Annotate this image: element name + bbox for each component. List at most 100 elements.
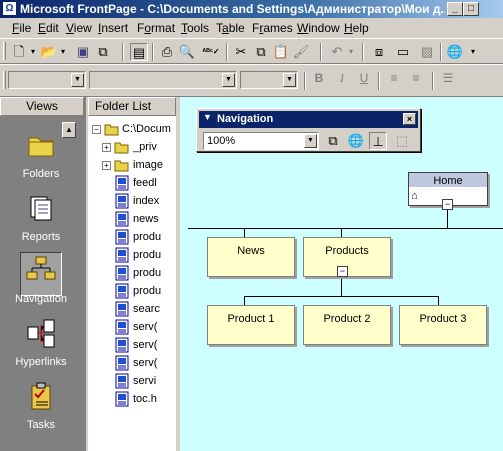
- expand-icon[interactable]: +: [102, 161, 111, 170]
- nav-node-news[interactable]: News: [207, 237, 295, 277]
- view-hyperlinks[interactable]: Hyperlinks: [0, 317, 82, 368]
- chevron-down-icon[interactable]: ▾: [58, 43, 68, 61]
- toolbar-separator: [226, 43, 228, 61]
- folder-list-item[interactable]: produ: [102, 264, 176, 282]
- menu-edit[interactable]: Edit: [38, 21, 59, 35]
- publish-icon[interactable]: ⧉: [94, 43, 112, 61]
- collapse-icon[interactable]: −: [92, 125, 101, 134]
- bold-button[interactable]: B: [311, 71, 327, 87]
- toolbar-grip[interactable]: [3, 42, 6, 60]
- folder-list-item[interactable]: produ: [102, 246, 176, 264]
- chevron-down-icon[interactable]: ▾: [468, 43, 478, 61]
- folder-list-item[interactable]: toc.h: [102, 390, 176, 408]
- spelling-icon[interactable]: ᴬᴮᶜ✓: [202, 43, 220, 61]
- menu-help[interactable]: Help: [344, 21, 369, 35]
- folder-list-item[interactable]: serv(: [102, 318, 176, 336]
- insert-picture-icon[interactable]: ▨: [418, 43, 436, 61]
- menu-frames[interactable]: Frames: [252, 21, 293, 35]
- collapse-icon[interactable]: −: [337, 266, 348, 277]
- preview-icon[interactable]: 🔍: [178, 43, 196, 61]
- title-bar: Ω Microsoft FrontPage - C:\Documents and…: [0, 0, 503, 18]
- bullets-icon[interactable]: ☰: [440, 71, 456, 87]
- toolbar-separator: [152, 43, 154, 61]
- folder-list-item[interactable]: + _priv: [102, 138, 176, 156]
- folder-root[interactable]: − C:\Docum: [92, 120, 176, 138]
- folder-list-item[interactable]: produ: [102, 228, 176, 246]
- folder-list-item[interactable]: serv(: [102, 336, 176, 354]
- open-icon[interactable]: 📂: [40, 43, 58, 61]
- format-painter-icon[interactable]: 🖌: [292, 43, 310, 61]
- chevron-down-icon[interactable]: ▾: [28, 43, 38, 61]
- chevron-down-icon[interactable]: ▼: [222, 73, 235, 87]
- folder-list-item[interactable]: news: [102, 210, 176, 228]
- paste-icon[interactable]: 📋: [272, 43, 290, 61]
- menu-format[interactable]: Format: [137, 21, 175, 35]
- view-subtree-icon[interactable]: ⬚: [393, 132, 411, 150]
- collapse-icon[interactable]: −: [442, 199, 453, 210]
- view-tasks[interactable]: Tasks: [0, 380, 82, 431]
- toolbar-separator: [362, 43, 364, 61]
- nav-node-product-2[interactable]: Product 2: [303, 305, 391, 345]
- chevron-down-icon[interactable]: ▼: [71, 73, 84, 87]
- undo-icon[interactable]: ↶: [328, 43, 346, 61]
- copy-icon[interactable]: ⧉: [252, 43, 270, 61]
- folder-list-item[interactable]: + image: [102, 156, 176, 174]
- close-icon[interactable]: ×: [403, 113, 416, 125]
- nav-node-product-1[interactable]: Product 1: [207, 305, 295, 345]
- folder-list-item[interactable]: searc: [102, 300, 176, 318]
- style-select[interactable]: ▼: [8, 71, 86, 89]
- folder-item-name: produ: [133, 285, 162, 297]
- minimize-button[interactable]: _: [447, 2, 463, 16]
- expand-icon[interactable]: +: [102, 143, 111, 152]
- page-icon: [115, 373, 129, 389]
- connector-line: [244, 296, 439, 297]
- font-size-select[interactable]: ▼: [240, 71, 298, 89]
- add-existing-page-icon[interactable]: ⧉: [324, 132, 342, 150]
- toolbar-menu-icon[interactable]: ▼: [203, 112, 212, 122]
- toolbar-separator: [432, 72, 434, 90]
- zoom-select[interactable]: 100% ▼: [203, 132, 319, 150]
- save-icon[interactable]: ▣: [74, 43, 92, 61]
- portrait-landscape-icon[interactable]: ⊥: [369, 132, 387, 150]
- reports-icon: [30, 196, 52, 221]
- web-component-icon[interactable]: ⧈: [370, 43, 388, 61]
- menu-file[interactable]: File: [12, 21, 31, 35]
- view-navigation[interactable]: Navigation: [0, 254, 82, 305]
- align-left-icon[interactable]: ≡: [386, 71, 402, 87]
- insert-table-icon[interactable]: ▭: [394, 43, 412, 61]
- menu-table[interactable]: Table: [216, 21, 245, 35]
- restore-button[interactable]: □: [463, 2, 479, 16]
- standard-toolbar: 🗋 ▾ 📂 ▾ ▣ ⧉ ▤ ⎙ 🔍 ᴬᴮᶜ✓ ✂ ⧉ 📋 🖌 ↶ ▾ ⧈ ▭ ▨…: [0, 38, 503, 64]
- frontpage-icon[interactable]: Ω: [2, 1, 17, 16]
- menu-tools[interactable]: Tools: [181, 21, 209, 35]
- folder-list-item[interactable]: produ: [102, 282, 176, 300]
- menu-window[interactable]: Window: [297, 21, 340, 35]
- folder-list-icon[interactable]: ▤: [130, 43, 148, 61]
- folder-item-name: produ: [133, 249, 162, 261]
- hyperlink-icon[interactable]: 🌐: [446, 43, 464, 61]
- views-scroll-up-button[interactable]: ▲: [62, 122, 76, 138]
- navigation-toolbar-caption[interactable]: ▼ Navigation ×: [199, 111, 418, 128]
- chevron-down-icon[interactable]: ▼: [283, 73, 296, 87]
- nav-node-product-3[interactable]: Product 3: [399, 305, 487, 345]
- view-reports[interactable]: Reports: [0, 192, 82, 243]
- external-hyperlink-icon[interactable]: 🌐: [347, 132, 365, 150]
- folder-list-item[interactable]: servi: [102, 372, 176, 390]
- chevron-down-icon[interactable]: ▾: [346, 43, 356, 61]
- align-center-icon[interactable]: ≡: [408, 71, 424, 87]
- folder-list-item[interactable]: index: [102, 192, 176, 210]
- font-select[interactable]: ▼: [89, 71, 237, 89]
- menu-bar: File Edit View Insert Format Tools Table…: [0, 18, 503, 38]
- folder-list-item[interactable]: serv(: [102, 354, 176, 372]
- toolbar-grip[interactable]: [3, 71, 6, 89]
- menu-view[interactable]: View: [66, 21, 92, 35]
- menu-insert[interactable]: Insert: [98, 21, 128, 35]
- page-icon: [115, 355, 129, 371]
- print-icon[interactable]: ⎙: [158, 43, 176, 61]
- folder-list-item[interactable]: feedl: [102, 174, 176, 192]
- italic-button[interactable]: I: [334, 71, 350, 87]
- chevron-down-icon[interactable]: ▼: [304, 134, 317, 148]
- new-page-icon[interactable]: 🗋: [10, 43, 28, 61]
- underline-button[interactable]: U: [356, 71, 372, 87]
- cut-icon[interactable]: ✂: [232, 43, 250, 61]
